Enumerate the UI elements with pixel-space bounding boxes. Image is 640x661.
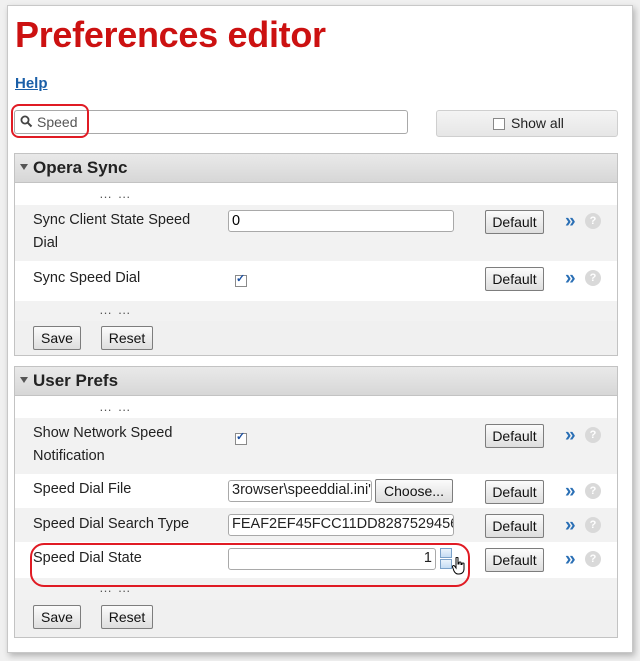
- more-icon[interactable]: »: [565, 550, 576, 570]
- section-opera-sync: Opera Sync … … Sync Client State Speed Di…: [14, 153, 618, 356]
- pref-row: Sync Speed Dial Default » ?: [15, 261, 617, 301]
- pref-row: Sync Client State SpeedDial Default » ?: [15, 205, 617, 261]
- section-user-prefs: User Prefs … … Show Network Speed Notific…: [14, 366, 618, 638]
- help-icon[interactable]: ?: [585, 551, 601, 567]
- save-button[interactable]: Save: [33, 326, 81, 350]
- pref-value-text: FEAF2EF45FCC11DD8287529456: [232, 516, 454, 532]
- ellipsis-row: … …: [15, 578, 617, 600]
- number-value: 1: [423, 550, 432, 566]
- ellipsis-row: … …: [15, 183, 617, 205]
- help-icon[interactable]: ?: [585, 517, 601, 533]
- default-button[interactable]: Default: [485, 267, 544, 291]
- more-icon[interactable]: »: [565, 212, 576, 232]
- default-button[interactable]: Default: [485, 424, 544, 448]
- page-title: Preferences editor: [15, 14, 326, 55]
- help-icon[interactable]: ?: [585, 483, 601, 499]
- pref-row: Speed Dial State 1 Default » ?: [15, 542, 617, 578]
- default-button[interactable]: Default: [485, 210, 544, 234]
- collapse-triangle-icon[interactable]: [20, 377, 28, 383]
- help-icon[interactable]: ?: [585, 427, 601, 443]
- stepper-down-arrow-icon[interactable]: [440, 559, 452, 569]
- search-icon: [20, 115, 33, 128]
- number-input[interactable]: 1: [228, 548, 436, 570]
- section-header[interactable]: User Prefs: [15, 367, 617, 396]
- section-actions: Save Reset: [15, 321, 617, 355]
- pref-label: Speed Dial State: [33, 550, 142, 566]
- pref-label: Show Network Speed Notification: [33, 425, 173, 464]
- search-input[interactable]: [37, 113, 397, 131]
- pref-label: Speed Dial Search Type: [33, 516, 190, 532]
- default-button[interactable]: Default: [485, 514, 544, 538]
- section-title: Opera Sync: [33, 158, 128, 177]
- show-all-toggle[interactable]: Show all: [436, 110, 618, 137]
- section-header[interactable]: Opera Sync: [15, 154, 617, 183]
- preferences-page: Preferences editor Help Show all Opera S…: [7, 5, 633, 653]
- show-all-label: Show all: [511, 115, 564, 131]
- help-link[interactable]: Help: [15, 75, 48, 92]
- stepper-up-arrow-icon[interactable]: [440, 548, 452, 558]
- choose-file-button[interactable]: Choose...: [375, 479, 453, 503]
- ellipsis: … …: [99, 580, 132, 595]
- ellipsis: … …: [99, 302, 132, 317]
- more-icon[interactable]: »: [565, 426, 576, 446]
- more-icon[interactable]: »: [565, 269, 576, 289]
- ellipsis: … …: [99, 186, 132, 201]
- search-field[interactable]: [14, 110, 408, 134]
- help-icon[interactable]: ?: [585, 213, 601, 229]
- ellipsis-row: … …: [15, 301, 617, 321]
- default-button[interactable]: Default: [485, 548, 544, 572]
- file-path-input[interactable]: 3rowser\speeddial.ini": [228, 480, 372, 502]
- reset-button[interactable]: Reset: [101, 326, 153, 350]
- pref-value-input[interactable]: FEAF2EF45FCC11DD8287529456: [228, 514, 454, 536]
- pref-row: Speed Dial Search Type FEAF2EF45FCC11DD8…: [15, 508, 617, 542]
- reset-button[interactable]: Reset: [101, 605, 153, 629]
- collapse-triangle-icon[interactable]: [20, 164, 28, 170]
- file-path-value: 3rowser\speeddial.ini": [232, 482, 372, 498]
- more-icon[interactable]: »: [565, 482, 576, 502]
- help-icon[interactable]: ?: [585, 270, 601, 286]
- pref-checkbox[interactable]: [235, 430, 247, 445]
- ellipsis: … …: [99, 399, 132, 414]
- mouse-pointer-icon: [452, 557, 465, 575]
- show-all-checkbox[interactable]: [493, 118, 505, 130]
- default-button[interactable]: Default: [485, 480, 544, 504]
- more-icon[interactable]: »: [565, 516, 576, 536]
- pref-value-input[interactable]: [228, 210, 454, 232]
- section-title: User Prefs: [33, 371, 119, 390]
- section-actions: Save Reset: [15, 600, 617, 637]
- pref-row: Show Network SpeedNotification Default »…: [15, 418, 617, 474]
- ellipsis-row: … …: [15, 396, 617, 418]
- save-button[interactable]: Save: [33, 605, 81, 629]
- pref-label: Speed Dial File: [33, 481, 132, 497]
- pref-label: Sync Speed Dial: [33, 270, 141, 286]
- pref-row: Speed Dial File 3rowser\speeddial.ini" C…: [15, 474, 617, 508]
- pref-label: Sync Client State Speed Dial: [33, 212, 191, 251]
- pref-checkbox[interactable]: [235, 272, 247, 287]
